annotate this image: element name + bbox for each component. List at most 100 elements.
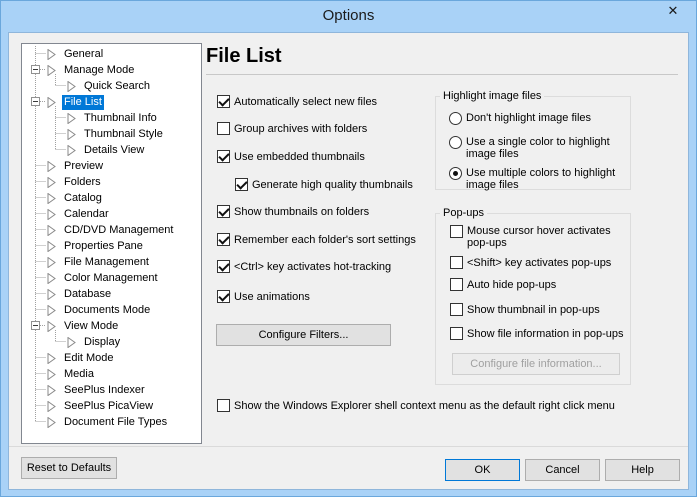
checkbox-label: Group archives with folders [234,122,368,135]
checkbox-box [217,122,230,135]
tree-item-label: File List [62,94,104,110]
chevron-right-icon [67,80,76,92]
remember-sort-settings-checkbox[interactable]: Remember each folder's sort settings [217,233,416,246]
chevron-right-icon [47,304,56,316]
chevron-right-icon [67,336,76,348]
tree-item-documents-mode[interactable]: Documents Mode [47,302,152,318]
page-title: File List [206,45,282,67]
no-highlight-radio[interactable]: Don't highlight image files [449,112,591,125]
radio-label: Don't highlight image files [466,112,592,124]
tree-item-label: Document File Types [64,415,168,428]
collapse-toggle-manage-mode[interactable] [31,65,40,74]
help-button[interactable]: Help [605,459,680,481]
chevron-right-icon [47,400,56,412]
embedded-thumbnails-checkbox[interactable]: Use embedded thumbnails [217,150,365,163]
tree-item-document-file-types[interactable]: Document File Types [47,414,169,430]
configure-filters-button[interactable]: Configure Filters... [216,324,391,346]
checkbox-label: Remember each folder's sort settings [234,233,416,246]
footer-divider [9,446,688,447]
multi-color-highlight-radio[interactable]: Use multiple colors to highlight image f… [449,167,619,191]
chevron-right-icon [47,272,56,284]
checkbox-box [217,260,230,273]
radio-circle [449,136,462,149]
tree-item-thumbnail-info[interactable]: Thumbnail Info [67,110,159,126]
radio-circle [449,167,462,180]
chevron-right-icon [47,48,56,60]
tree-item-media[interactable]: Media [47,366,96,382]
tree-item-label: SeePlus Indexer [64,383,145,396]
tree-item-label: SeePlus PicaView [64,399,154,412]
chevron-right-icon [47,176,56,188]
tree-item-edit-mode[interactable]: Edit Mode [47,350,116,366]
tree-item-preview[interactable]: Preview [47,158,105,174]
dialog-client: General Manage Mode Quick Search File Li… [8,32,689,490]
collapse-toggle-file-list[interactable] [31,97,40,106]
tree-item-thumbnail-style[interactable]: Thumbnail Style [67,126,165,142]
tree-item-seeplus-picaview[interactable]: SeePlus PicaView [47,398,155,414]
tree-item-manage-mode[interactable]: Manage Mode [47,62,136,78]
tree-item-color-management[interactable]: Color Management [47,270,160,286]
tree-item-calendar[interactable]: Calendar [47,206,111,222]
title-divider [206,74,678,75]
tree-item-display[interactable]: Display [67,334,122,350]
chevron-right-icon [47,256,56,268]
thumbnail-in-popups-checkbox[interactable]: Show thumbnail in pop-ups [450,303,600,316]
thumbnails-on-folders-checkbox[interactable]: Show thumbnails on folders [217,205,369,218]
tree-item-catalog[interactable]: Catalog [47,190,104,206]
title-bar[interactable]: Options ✕ [1,1,696,32]
chevron-right-icon [47,224,56,236]
tree-item-quick-search[interactable]: Quick Search [67,78,152,94]
close-button[interactable]: ✕ [656,1,690,21]
tree-item-general[interactable]: General [47,46,105,62]
cancel-button[interactable]: Cancel [525,459,600,481]
shift-popups-checkbox[interactable]: <Shift> key activates pop-ups [450,256,611,269]
auto-select-new-files-checkbox[interactable]: Automatically select new files [217,95,377,108]
checkbox-label: <Ctrl> key activates hot-tracking [234,260,392,273]
chevron-right-icon [67,144,76,156]
options-tree[interactable]: General Manage Mode Quick Search File Li… [21,43,202,444]
chevron-right-icon [47,368,56,380]
checkbox-label: Automatically select new files [234,95,378,108]
use-animations-checkbox[interactable]: Use animations [217,290,310,303]
checkbox-label: Show the Windows Explorer shell context … [234,399,615,412]
checkbox-box [450,278,463,291]
tree-item-seeplus-indexer[interactable]: SeePlus Indexer [47,382,147,398]
tree-item-label: Catalog [64,191,102,204]
checkbox-label: <Shift> key activates pop-ups [467,256,612,269]
single-color-highlight-radio[interactable]: Use a single color to highlight image fi… [449,136,619,160]
chevron-right-icon [47,416,56,428]
ok-button[interactable]: OK [445,459,520,481]
tree-item-folders[interactable]: Folders [47,174,103,190]
collapse-toggle-view-mode[interactable] [31,321,40,330]
high-quality-thumbnails-checkbox[interactable]: Generate high quality thumbnails [235,178,413,191]
checkbox-box [217,399,230,412]
checkbox-box [450,303,463,316]
tree-item-file-management[interactable]: File Management [47,254,151,270]
tree-item-file-list[interactable]: File List [47,94,104,110]
checkbox-label: Auto hide pop-ups [467,278,557,291]
hover-popups-checkbox[interactable]: Mouse cursor hover activates pop-ups [450,225,625,249]
tree-item-label: Color Management [64,271,158,284]
popups-group-title: Pop-ups [440,207,487,219]
close-icon: ✕ [667,3,679,18]
tree-item-view-mode[interactable]: View Mode [47,318,120,334]
ctrl-hot-tracking-checkbox[interactable]: <Ctrl> key activates hot-tracking [217,260,391,273]
tree-item-cd-dvd-management[interactable]: CD/DVD Management [47,222,175,238]
tree-item-label: Preview [64,159,104,172]
checkbox-label: Show file information in pop-ups [467,327,624,340]
file-info-in-popups-checkbox[interactable]: Show file information in pop-ups [450,327,624,340]
chevron-right-icon [47,208,56,220]
configure-file-information-button[interactable]: Configure file information... [452,353,620,375]
group-archives-checkbox[interactable]: Group archives with folders [217,122,367,135]
tree-item-database[interactable]: Database [47,286,113,302]
tree-item-properties-pane[interactable]: Properties Pane [47,238,145,254]
auto-hide-popups-checkbox[interactable]: Auto hide pop-ups [450,278,556,291]
reset-to-defaults-button[interactable]: Reset to Defaults [21,457,117,479]
checkbox-box [217,233,230,246]
tree-item-label: CD/DVD Management [64,223,174,236]
checkbox-box [217,205,230,218]
chevron-right-icon [47,288,56,300]
shell-context-menu-checkbox[interactable]: Show the Windows Explorer shell context … [217,399,615,412]
checkbox-box [217,290,230,303]
tree-item-details-view[interactable]: Details View [67,142,146,158]
